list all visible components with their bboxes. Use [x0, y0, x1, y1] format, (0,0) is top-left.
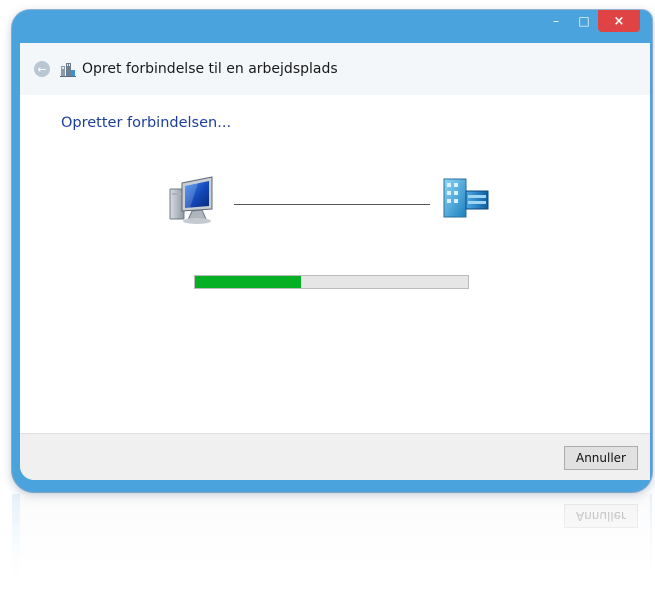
status-heading: Opretter forbindelsen...: [61, 115, 232, 131]
reflection-fade: [12, 494, 652, 609]
computer-icon: [168, 175, 222, 231]
window-reflection: Annuller: [12, 494, 652, 609]
wizard-header: ← Opret forbindelse til en arbejdsplads: [20, 43, 650, 95]
wizard-content: Opretter forbindelsen...: [20, 95, 650, 434]
title-bar[interactable]: – □ ×: [12, 10, 652, 45]
window-title: Opret forbindelse til en arbejdsplads: [82, 61, 338, 77]
connection-progress-bar: [194, 275, 469, 289]
minimize-button[interactable]: –: [542, 10, 570, 32]
maximize-button[interactable]: □: [570, 10, 598, 32]
window-controls: – □ ×: [542, 10, 640, 34]
workplace-network-icon: [60, 61, 76, 77]
cancel-button[interactable]: Annuller: [564, 446, 638, 470]
screenshot-stage: – □ × ← Opret forbindelse til en arbejds…: [0, 0, 655, 615]
connection-line: [234, 204, 430, 205]
progress-fill: [195, 276, 302, 288]
server-icon: [440, 177, 492, 225]
back-arrow-icon[interactable]: ←: [34, 61, 50, 77]
wizard-window: – □ × ← Opret forbindelse til en arbejds…: [12, 10, 652, 492]
window-client-area: ← Opret forbindelse til en arbejdsplads: [20, 43, 650, 480]
wizard-footer: Annuller: [20, 433, 650, 480]
close-button[interactable]: ×: [598, 10, 640, 32]
